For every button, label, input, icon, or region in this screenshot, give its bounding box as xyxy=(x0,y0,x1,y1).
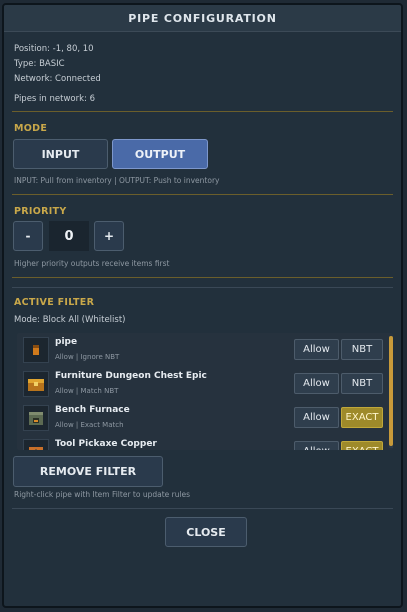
input-mode-button[interactable]: INPUT xyxy=(13,139,108,169)
network-text: Network: Connected xyxy=(14,74,101,84)
filter-hint: Right-click pipe with Item Filter to upd… xyxy=(14,490,191,499)
filter-list-scrollbar[interactable] xyxy=(389,336,393,448)
filter-item-rule: Allow | Match NBT xyxy=(55,387,119,395)
filter-row: Tool Pickaxe Copper Allow EXACT xyxy=(17,435,389,450)
filter-heading: ACTIVE FILTER xyxy=(14,297,95,308)
filter-item-name: Bench Furnace xyxy=(55,405,130,415)
pipe-item-icon xyxy=(23,337,49,363)
filter-item-rule: Allow | Ignore NBT xyxy=(55,353,120,361)
filter-row: pipe Allow | Ignore NBT Allow NBT xyxy=(17,333,389,367)
output-mode-button[interactable]: OUTPUT xyxy=(112,139,208,169)
pipes-count-text: Pipes in network: 6 xyxy=(14,94,95,104)
allow-toggle-button[interactable]: Allow xyxy=(294,407,339,428)
match-mode-button[interactable]: EXACT xyxy=(341,441,383,450)
filter-item-rule: Allow | Exact Match xyxy=(55,421,124,429)
allow-toggle-button[interactable]: Allow xyxy=(294,441,339,450)
mode-heading: MODE xyxy=(14,123,48,134)
close-button[interactable]: CLOSE xyxy=(165,517,247,547)
mode-hint: INPUT: Pull from inventory | OUTPUT: Pus… xyxy=(14,176,220,185)
chest-item-icon xyxy=(23,371,49,397)
priority-hint: Higher priority outputs receive items fi… xyxy=(14,259,170,268)
divider xyxy=(12,287,393,288)
priority-value: 0 xyxy=(49,221,89,251)
filter-list[interactable]: pipe Allow | Ignore NBT Allow NBT Furnit… xyxy=(17,333,393,450)
filter-item-name: Tool Pickaxe Copper xyxy=(55,439,157,449)
allow-toggle-button[interactable]: Allow xyxy=(294,339,339,360)
match-mode-button[interactable]: NBT xyxy=(341,373,383,394)
divider xyxy=(12,277,393,278)
divider xyxy=(12,508,393,509)
furnace-item-icon xyxy=(23,405,49,431)
priority-decrease-button[interactable]: - xyxy=(13,221,43,251)
pickaxe-item-icon xyxy=(23,439,49,450)
filter-row: Bench Furnace Allow | Exact Match Allow … xyxy=(17,401,389,435)
type-text: Type: BASIC xyxy=(14,59,65,69)
allow-toggle-button[interactable]: Allow xyxy=(294,373,339,394)
priority-increase-button[interactable]: + xyxy=(94,221,124,251)
filter-item-name: pipe xyxy=(55,337,78,347)
window-title: PIPE CONFIGURATION xyxy=(4,5,401,32)
pipe-config-panel: PIPE CONFIGURATION Position: -1, 80, 10 … xyxy=(2,3,403,608)
match-mode-button[interactable]: NBT xyxy=(341,339,383,360)
filter-row: Furniture Dungeon Chest Epic Allow | Mat… xyxy=(17,367,389,401)
divider xyxy=(12,194,393,195)
divider xyxy=(12,111,393,112)
filter-item-name: Furniture Dungeon Chest Epic xyxy=(55,371,207,381)
match-mode-button[interactable]: EXACT xyxy=(341,407,383,428)
scroll-thumb[interactable] xyxy=(389,336,393,446)
priority-heading: PRIORITY xyxy=(14,206,67,217)
position-text: Position: -1, 80, 10 xyxy=(14,44,94,54)
remove-filter-button[interactable]: REMOVE FILTER xyxy=(13,456,163,487)
filter-mode-text: Mode: Block All (Whitelist) xyxy=(14,315,126,325)
